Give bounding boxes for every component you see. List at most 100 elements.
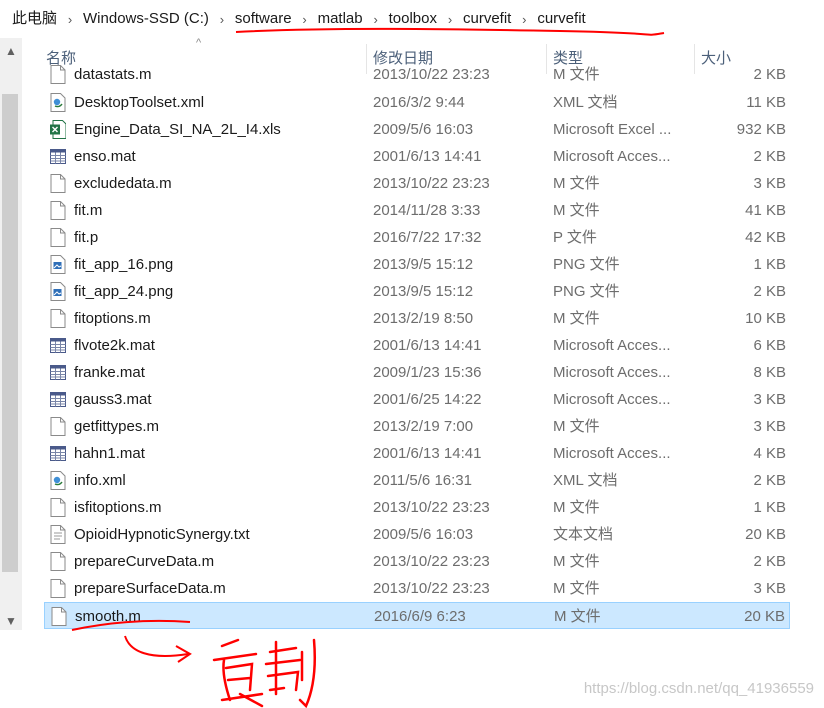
file-row[interactable]: isfitoptions.m 2013/10/22 23:23 M 文件 1 KB	[44, 494, 790, 521]
file-type: M 文件	[553, 553, 600, 570]
file-type: M 文件	[553, 499, 600, 516]
file-row[interactable]: OpioidHypnoticSynergy.txt 2009/5/6 16:03 文…	[44, 521, 790, 548]
file-date: 2001/6/13 14:41	[373, 445, 482, 462]
file-type: Microsoft Acces...	[553, 364, 671, 381]
file-type: Microsoft Excel ...	[553, 121, 672, 138]
file-name: prepareSurfaceData.m	[74, 580, 226, 597]
file-type: Microsoft Acces...	[553, 445, 671, 462]
breadcrumb-curvefit-parent[interactable]: curvefit	[459, 9, 515, 29]
breadcrumb-curvefit-current[interactable]: curvefit	[533, 9, 589, 29]
file-name: OpioidHypnoticSynergy.txt	[74, 526, 250, 543]
file-date: 2013/2/19 8:50	[373, 310, 474, 327]
file-size: 1 KB	[753, 256, 786, 273]
file-size: 1 KB	[753, 499, 786, 516]
file-row[interactable]: gauss3.mat 2001/6/25 14:22 Microsoft Acces…	[44, 386, 790, 413]
file-date: 2016/6/9 6:23	[374, 608, 466, 625]
breadcrumb-drive[interactable]: Windows-SSD (C:)	[79, 9, 213, 29]
file-row[interactable]: fit_app_16.png 2013/9/5 15:12 PNG 文件 1 KB	[44, 251, 790, 278]
file-name: getfittypes.m	[74, 418, 160, 435]
file-name: gauss3.mat	[74, 391, 152, 408]
address-bar[interactable]: 此电脑 › Windows-SSD (C:) › software › matl…	[0, 0, 824, 38]
file-size: 8 KB	[753, 364, 786, 381]
mat-file-icon	[50, 147, 66, 166]
mat-file-icon	[50, 444, 66, 463]
file-date: 2013/10/22 23:23	[373, 499, 490, 516]
m-file-icon	[50, 309, 66, 328]
file-row[interactable]: hahn1.mat 2001/6/13 14:41 Microsoft Acces.…	[44, 440, 790, 467]
file-size: 20 KB	[744, 608, 785, 625]
breadcrumb-separator-icon[interactable]: ›	[515, 12, 533, 27]
m-file-icon	[50, 552, 66, 571]
png-file-icon	[50, 255, 66, 274]
file-type: PNG 文件	[553, 283, 620, 300]
file-row[interactable]: enso.mat 2001/6/13 14:41 Microsoft Acces..…	[44, 143, 790, 170]
file-size: 4 KB	[753, 445, 786, 462]
file-type: M 文件	[553, 418, 600, 435]
file-row[interactable]: info.xml 2011/5/6 16:31 XML 文档 2 KB	[44, 467, 790, 494]
file-type: M 文件	[553, 202, 600, 219]
file-date: 2014/11/28 3:33	[373, 202, 481, 219]
breadcrumb-separator-icon[interactable]: ›	[61, 12, 79, 27]
file-type: M 文件	[554, 608, 601, 625]
breadcrumb-separator-icon[interactable]: ›	[367, 12, 385, 27]
file-type: M 文件	[553, 580, 600, 597]
file-size: 2 KB	[753, 66, 786, 83]
file-date: 2013/10/22 23:23	[373, 580, 490, 597]
file-row[interactable]: fit_app_24.png 2013/9/5 15:12 PNG 文件 2 KB	[44, 278, 790, 305]
file-type: M 文件	[553, 310, 600, 327]
file-date: 2009/1/23 15:36	[373, 364, 482, 381]
file-name: fit_app_16.png	[74, 256, 174, 273]
file-name: excludedata.m	[74, 175, 172, 192]
file-row[interactable]: franke.mat 2009/1/23 15:36 Microsoft Acces…	[44, 359, 790, 386]
breadcrumb-matlab[interactable]: matlab	[314, 9, 367, 29]
file-name: isfitoptions.m	[74, 499, 162, 516]
vertical-scrollbar[interactable]: ▲ ▼	[0, 38, 22, 630]
m-file-icon	[50, 579, 66, 598]
file-type: PNG 文件	[553, 256, 620, 273]
scroll-up-arrow-icon[interactable]: ▲	[0, 42, 22, 60]
breadcrumb-software[interactable]: software	[231, 9, 296, 29]
file-date: 2013/2/19 7:00	[373, 418, 474, 435]
file-date: 2013/10/22 23:23	[373, 66, 490, 83]
file-row[interactable]: fit.p 2016/7/22 17:32 P 文件 42 KB	[44, 224, 790, 251]
breadcrumb-toolbox[interactable]: toolbox	[385, 9, 441, 29]
file-date: 2001/6/13 14:41	[373, 337, 482, 354]
file-row-selected[interactable]: smooth.m 2016/6/9 6:23 M 文件 20 KB	[44, 602, 790, 629]
file-size: 2 KB	[753, 148, 786, 165]
file-size: 41 KB	[745, 202, 786, 219]
file-name: DesktopToolset.xml	[74, 94, 205, 111]
file-list: datastats.m 2013/10/22 23:23 M 文件 2 KB Deskt…	[44, 62, 790, 636]
file-size: 2 KB	[753, 553, 786, 570]
curved-arrow-mark	[124, 635, 189, 657]
file-size: 11 KB	[746, 94, 786, 111]
file-row[interactable]: flvote2k.mat 2001/6/13 14:41 Microsoft Acc…	[44, 332, 790, 359]
m-file-icon	[51, 607, 67, 626]
file-size: 20 KB	[745, 526, 786, 543]
file-row[interactable]: getfittypes.m 2013/2/19 7:00 M 文件 3 KB	[44, 413, 790, 440]
m-file-icon	[50, 417, 66, 436]
file-name: datastats.m	[74, 66, 152, 83]
m-file-icon	[50, 65, 66, 84]
file-row[interactable]: DesktopToolset.xml 2016/3/2 9:44 XML 文档 11 …	[44, 89, 790, 116]
file-type: P 文件	[553, 229, 597, 246]
file-date: 2013/10/22 23:23	[373, 175, 490, 192]
file-row[interactable]: prepareCurveData.m 2013/10/22 23:23 M 文件 2 …	[44, 548, 790, 575]
file-row[interactable]: datastats.m 2013/10/22 23:23 M 文件 2 KB	[44, 62, 790, 88]
file-row[interactable]: Engine_Data_SI_NA_2L_I4.xls 2009/5/6 16:0…	[44, 116, 790, 143]
breadcrumb-separator-icon[interactable]: ›	[441, 12, 459, 27]
breadcrumb-separator-icon[interactable]: ›	[296, 12, 314, 27]
file-row[interactable]: excludedata.m 2013/10/22 23:23 M 文件 3 KB	[44, 170, 790, 197]
file-name: prepareCurveData.m	[74, 553, 215, 570]
breadcrumb-separator-icon[interactable]: ›	[213, 12, 231, 27]
arrowhead-mark	[175, 645, 192, 663]
scroll-down-arrow-icon[interactable]: ▼	[0, 612, 22, 630]
m-file-icon	[50, 174, 66, 193]
breadcrumb-this-pc[interactable]: 此电脑	[8, 9, 61, 29]
file-size: 3 KB	[753, 580, 786, 597]
file-row[interactable]: fitoptions.m 2013/2/19 8:50 M 文件 10 KB	[44, 305, 790, 332]
scrollbar-thumb[interactable]	[2, 94, 18, 572]
file-row[interactable]: fit.m 2014/11/28 3:33 M 文件 41 KB	[44, 197, 790, 224]
file-date: 2009/5/6 16:03	[373, 526, 474, 543]
file-row[interactable]: prepareSurfaceData.m 2013/10/22 23:23 M 文件…	[44, 575, 790, 602]
file-date: 2009/5/6 16:03	[373, 121, 474, 138]
